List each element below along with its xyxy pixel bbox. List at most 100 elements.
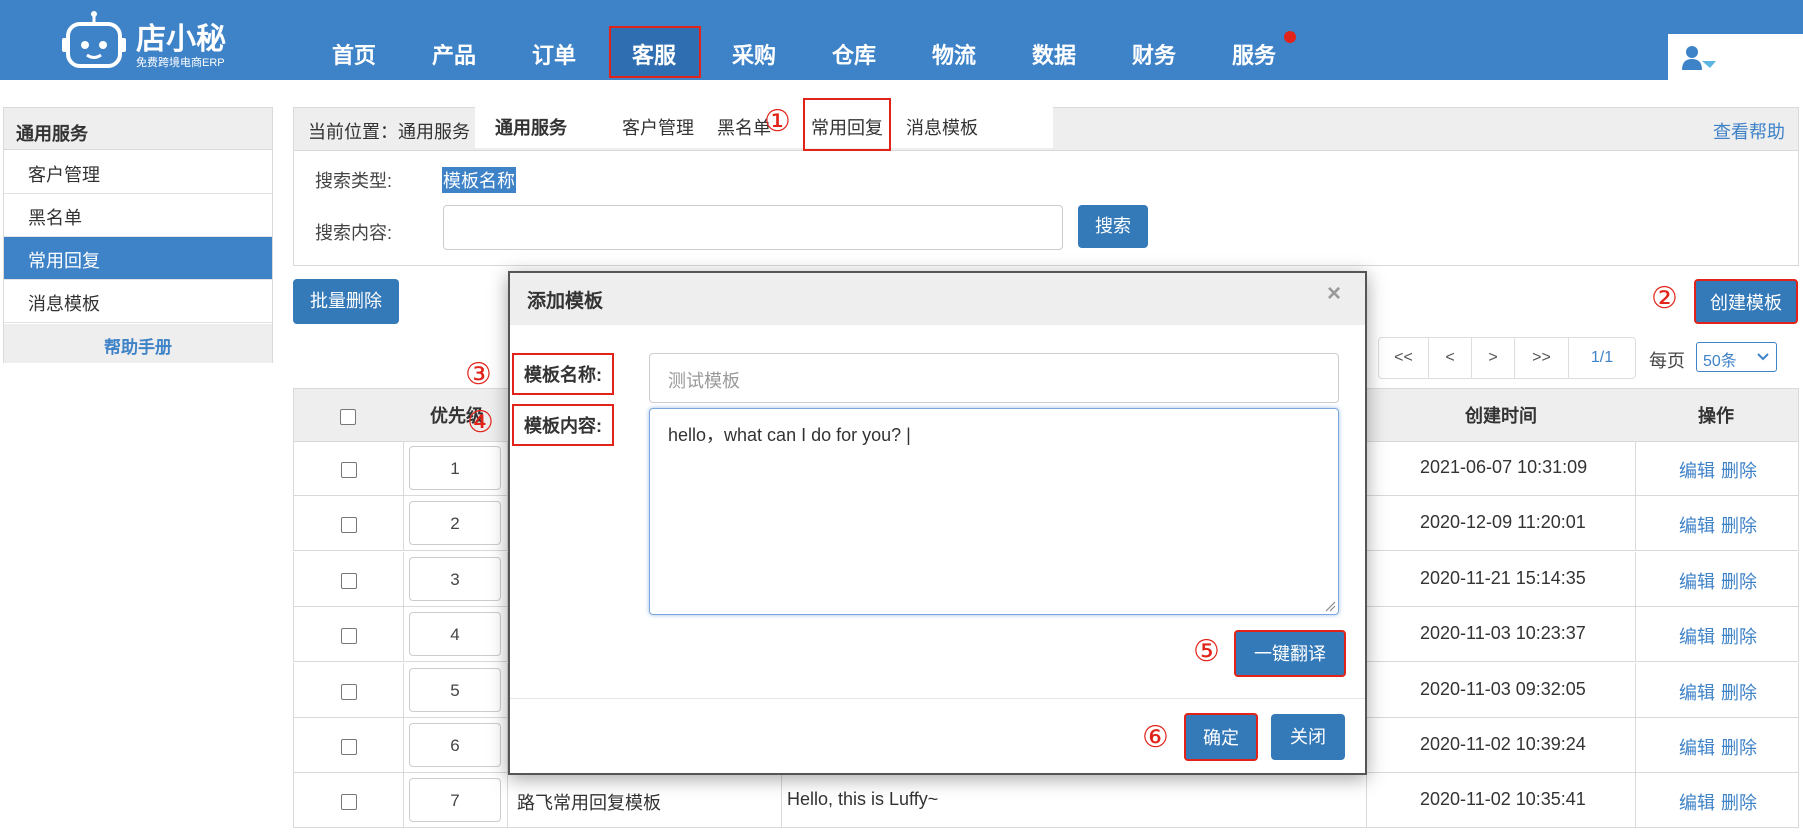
submenu-item-blacklist[interactable]: 黑名单 [717, 114, 771, 140]
column-divider [1635, 607, 1636, 662]
modal-header [510, 273, 1365, 325]
row-checkbox[interactable] [341, 573, 357, 589]
close-button[interactable]: 关闭 [1271, 714, 1345, 760]
search-input[interactable] [443, 205, 1063, 250]
submenu-title: 通用服务 [495, 118, 567, 138]
nav-item-finance[interactable]: 财务 [1132, 38, 1176, 70]
select-all-checkbox[interactable] [340, 409, 356, 425]
sidebar-item-customer-management[interactable]: 客户管理 [4, 151, 272, 194]
sidebar-item-message-templates[interactable]: 消息模板 [4, 280, 272, 323]
edit-link[interactable]: 编辑 [1679, 512, 1715, 538]
sidebar-help-manual[interactable]: 帮助手册 [4, 324, 272, 363]
column-divider [1635, 552, 1636, 607]
top-nav-bar [0, 0, 1803, 80]
brand-logo[interactable]: 店小秘 免费跨境电商ERP [62, 10, 242, 70]
submenu-item-message-templates[interactable]: 消息模板 [906, 114, 978, 140]
resize-handle-icon[interactable] [1324, 600, 1336, 612]
delete-link[interactable]: 删除 [1721, 623, 1757, 649]
table-row: 7 路飞常用回复模板 Hello, this is Luffy~ 2020-11-02… [293, 773, 1799, 828]
confirm-button[interactable]: 确定 [1184, 713, 1258, 761]
search-button[interactable]: 搜索 [1078, 205, 1148, 248]
notification-dot [1284, 31, 1296, 43]
edit-link[interactable]: 编辑 [1679, 789, 1715, 815]
sidebar-item-common-replies[interactable]: 常用回复 [4, 237, 272, 280]
delete-link[interactable]: 删除 [1721, 789, 1757, 815]
sidebar-item-blacklist[interactable]: 黑名单 [4, 194, 272, 237]
template-name-input[interactable]: 测试模板 [649, 353, 1339, 403]
delete-link[interactable]: 删除 [1721, 512, 1757, 538]
priority-input[interactable]: 4 [409, 612, 501, 656]
row-checkbox[interactable] [341, 684, 357, 700]
sidebar-title: 通用服务 [4, 108, 272, 150]
submenu-item-customer-management[interactable]: 客户管理 [622, 114, 694, 140]
edit-link[interactable]: 编辑 [1679, 568, 1715, 594]
page-first-button[interactable]: << [1379, 338, 1429, 378]
modal-divider [510, 698, 1365, 699]
column-divider [403, 496, 404, 551]
create-template-button[interactable]: 创建模板 [1694, 279, 1798, 324]
translate-button[interactable]: 一键翻译 [1234, 630, 1346, 677]
priority-input[interactable]: 6 [409, 723, 501, 767]
per-page-value: 50条 [1703, 353, 1737, 370]
help-link[interactable]: 查看帮助 [1713, 118, 1785, 144]
step-marker-4: ④ [467, 406, 494, 439]
breadcrumb: 当前位置：通用服务 > [308, 122, 486, 142]
page-last-button[interactable]: >> [1515, 338, 1569, 378]
row-checkbox[interactable] [341, 462, 357, 478]
brand-name: 店小秘 [136, 23, 226, 56]
priority-input[interactable]: 3 [409, 557, 501, 601]
column-divider [403, 607, 404, 662]
nav-item-data[interactable]: 数据 [1032, 38, 1076, 70]
search-type-option[interactable]: 模板名称 [442, 167, 516, 193]
delete-link[interactable]: 删除 [1721, 679, 1757, 705]
per-page-select[interactable]: 50条 [1696, 342, 1777, 372]
brand-tagline: 免费跨境电商ERP [136, 57, 225, 69]
priority-input[interactable]: 5 [409, 668, 501, 712]
delete-link[interactable]: 删除 [1721, 568, 1757, 594]
row-checkbox[interactable] [341, 628, 357, 644]
row-checkbox[interactable] [341, 517, 357, 533]
close-icon[interactable]: × [1327, 280, 1341, 308]
row-checkbox[interactable] [341, 794, 357, 810]
page-prev-button[interactable]: < [1429, 338, 1472, 378]
nav-item-warehouse[interactable]: 仓库 [832, 38, 876, 70]
batch-delete-button[interactable]: 批量删除 [293, 279, 399, 324]
template-name-label: 模板名称: [512, 353, 614, 395]
priority-input[interactable]: 7 [409, 778, 501, 822]
column-header-actions: 操作 [1698, 406, 1734, 426]
edit-link[interactable]: 编辑 [1679, 734, 1715, 760]
column-header-created: 创建时间 [1465, 406, 1537, 426]
delete-link[interactable]: 删除 [1721, 734, 1757, 760]
edit-link[interactable]: 编辑 [1679, 623, 1715, 649]
step-marker-2: ② [1651, 282, 1678, 315]
template-content-cell: Hello, this is Luffy~ [787, 789, 939, 809]
user-icon [1682, 46, 1716, 70]
page-next-button[interactable]: > [1472, 338, 1515, 378]
column-divider [1635, 663, 1636, 718]
template-content-textarea[interactable]: hello，what can I do for you? | [649, 408, 1339, 615]
column-divider [1366, 773, 1367, 828]
user-menu[interactable] [1668, 34, 1803, 80]
submenu-item-common-replies[interactable]: 常用回复 [811, 114, 883, 140]
priority-input[interactable]: 1 [409, 446, 501, 490]
column-divider [1635, 773, 1636, 828]
nav-item-logistics[interactable]: 物流 [932, 38, 976, 70]
delete-link[interactable]: 删除 [1721, 457, 1757, 483]
column-divider [403, 441, 404, 496]
chevron-down-icon [1757, 353, 1769, 361]
nav-item-orders[interactable]: 订单 [532, 38, 576, 70]
row-checkbox[interactable] [341, 739, 357, 755]
nav-item-customer-service[interactable]: 客服 [632, 38, 676, 70]
column-divider [1635, 441, 1636, 496]
nav-item-purchase[interactable]: 采购 [732, 38, 776, 70]
created-time-cell: 2020-11-02 10:35:41 [1420, 789, 1586, 809]
edit-link[interactable]: 编辑 [1679, 457, 1715, 483]
priority-input[interactable]: 2 [409, 501, 501, 545]
created-time-cell: 2020-12-09 11:20:01 [1420, 512, 1586, 532]
edit-link[interactable]: 编辑 [1679, 679, 1715, 705]
search-type-label: 搜索类型: [315, 171, 393, 191]
nav-item-services[interactable]: 服务 [1232, 38, 1276, 70]
nav-item-home[interactable]: 首页 [332, 38, 376, 70]
nav-item-products[interactable]: 产品 [432, 38, 476, 70]
column-divider [403, 552, 404, 607]
